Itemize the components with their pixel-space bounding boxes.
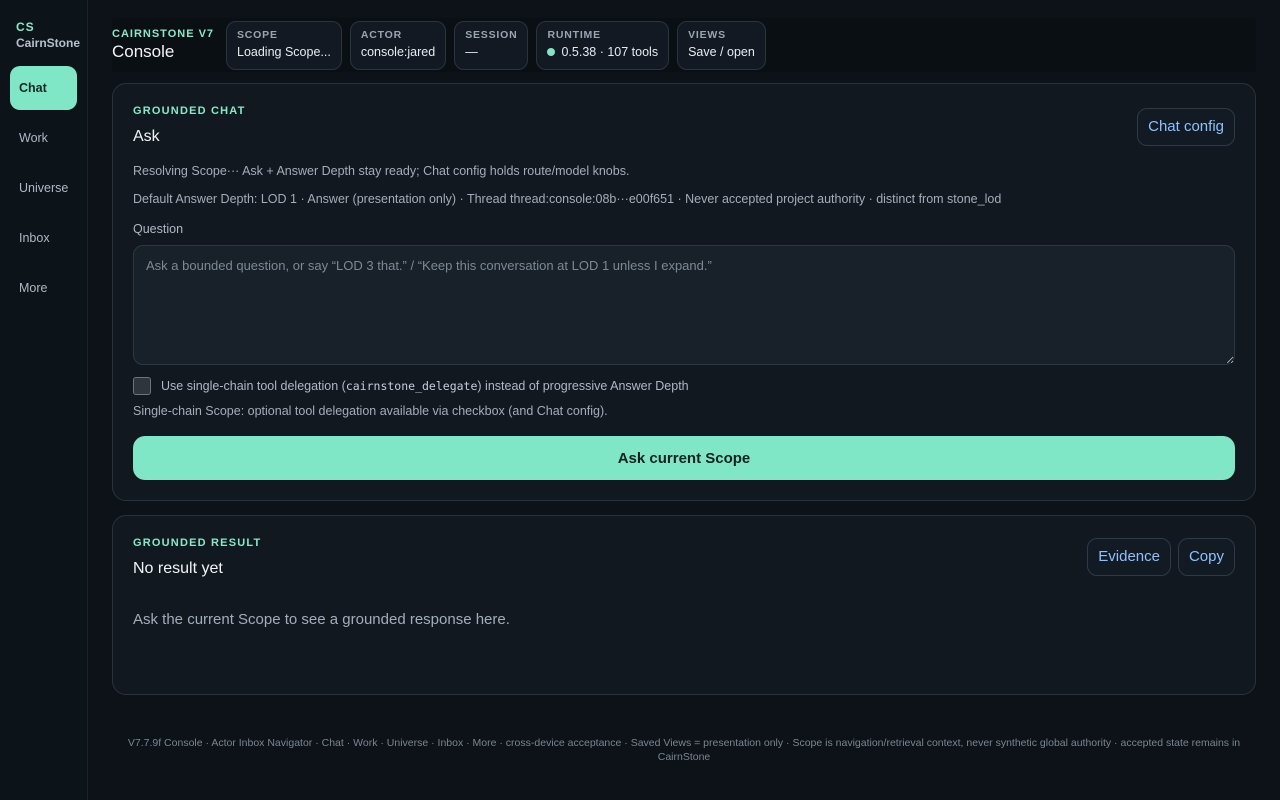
top-header: CAIRNSTONE V7 Console SCOPE Loading Scop… [112, 18, 1256, 72]
grounded-result-card: GROUNDED RESULT No result yet Evidence C… [112, 515, 1256, 695]
ask-scope-button[interactable]: Ask current Scope [133, 436, 1235, 480]
sidebar: CS CairnStone Chat Work Universe Inbox M… [0, 0, 88, 800]
status-dot-icon [547, 47, 556, 56]
delegate-checkbox[interactable] [133, 377, 151, 395]
footer-text: V7.7.9f Console · Actor Inbox Navigator … [127, 737, 1241, 763]
app-title-block: CAIRNSTONE V7 Console [112, 27, 226, 63]
evidence-button[interactable]: Evidence [1087, 538, 1171, 576]
empty-result-message: Ask the current Scope to see a grounded … [133, 611, 510, 628]
sidebar-item-chat[interactable]: Chat [10, 66, 77, 110]
delegate-label-suffix: ) instead of progressive Answer Depth [477, 379, 689, 393]
actor-chip[interactable]: ACTOR console:jared [349, 20, 447, 70]
scope-chip-value: Loading Scope... [237, 44, 331, 59]
session-chip[interactable]: SESSION — [454, 20, 529, 70]
delegate-option-row: Use single-chain tool delegation (cairns… [133, 377, 689, 395]
views-chip[interactable]: VIEWS Save / open [677, 20, 766, 70]
runtime-chip-value: 0.5.38 · 107 tools [561, 44, 659, 59]
scope-chip[interactable]: SCOPE Loading Scope... [226, 20, 342, 70]
views-chip-value: Save / open [688, 44, 755, 59]
brand-name: CairnStone [16, 36, 81, 50]
runtime-chip-label: RUNTIME [547, 28, 601, 41]
scope-chip-label: SCOPE [237, 28, 278, 41]
sidebar-item-universe[interactable]: Universe [10, 166, 77, 210]
result-kicker: GROUNDED RESULT [133, 537, 262, 549]
actor-chip-value: console:jared [360, 44, 436, 59]
brand: CS CairnStone [0, 20, 87, 52]
page-title: Console [112, 42, 175, 61]
runtime-chip[interactable]: RUNTIME 0.5.38 · 107 tools [536, 20, 670, 70]
sidebar-item-more[interactable]: More [10, 266, 77, 310]
session-chip-label: SESSION [465, 28, 518, 41]
delegate-label-prefix: Use single-chain tool delegation ( [161, 379, 346, 393]
result-title: No result yet [133, 560, 223, 577]
delegate-label: Use single-chain tool delegation (cairns… [161, 379, 689, 393]
sidebar-item-inbox[interactable]: Inbox [10, 216, 77, 260]
brand-abbr: CS [16, 20, 35, 34]
delegate-code: cairnstone_delegate [345, 379, 478, 393]
chat-kicker: GROUNDED CHAT [133, 105, 246, 117]
chat-title: Ask [133, 128, 160, 145]
scope-status-line: Resolving Scope··· Ask + Answer Depth st… [133, 164, 630, 178]
views-chip-label: VIEWS [688, 28, 726, 41]
copy-button[interactable]: Copy [1177, 538, 1235, 576]
session-chip-value: — [465, 44, 478, 59]
delegation-note: Single-chain Scope: optional tool delega… [133, 404, 608, 418]
grounded-chat-card: GROUNDED CHAT Ask Chat config Resolving … [112, 83, 1256, 501]
chat-config-button[interactable]: Chat config [1137, 108, 1235, 146]
actor-chip-label: ACTOR [360, 28, 402, 41]
app-kicker: CAIRNSTONE V7 [112, 28, 215, 40]
question-input[interactable] [133, 245, 1235, 365]
runtime-chip-value-row: 0.5.38 · 107 tools [547, 42, 658, 62]
main-content: CAIRNSTONE V7 Console SCOPE Loading Scop… [112, 18, 1256, 695]
sidebar-item-work[interactable]: Work [10, 116, 77, 160]
answer-depth-line: Default Answer Depth: LOD 1 · Answer (pr… [133, 192, 1002, 206]
question-label: Question [133, 222, 184, 236]
